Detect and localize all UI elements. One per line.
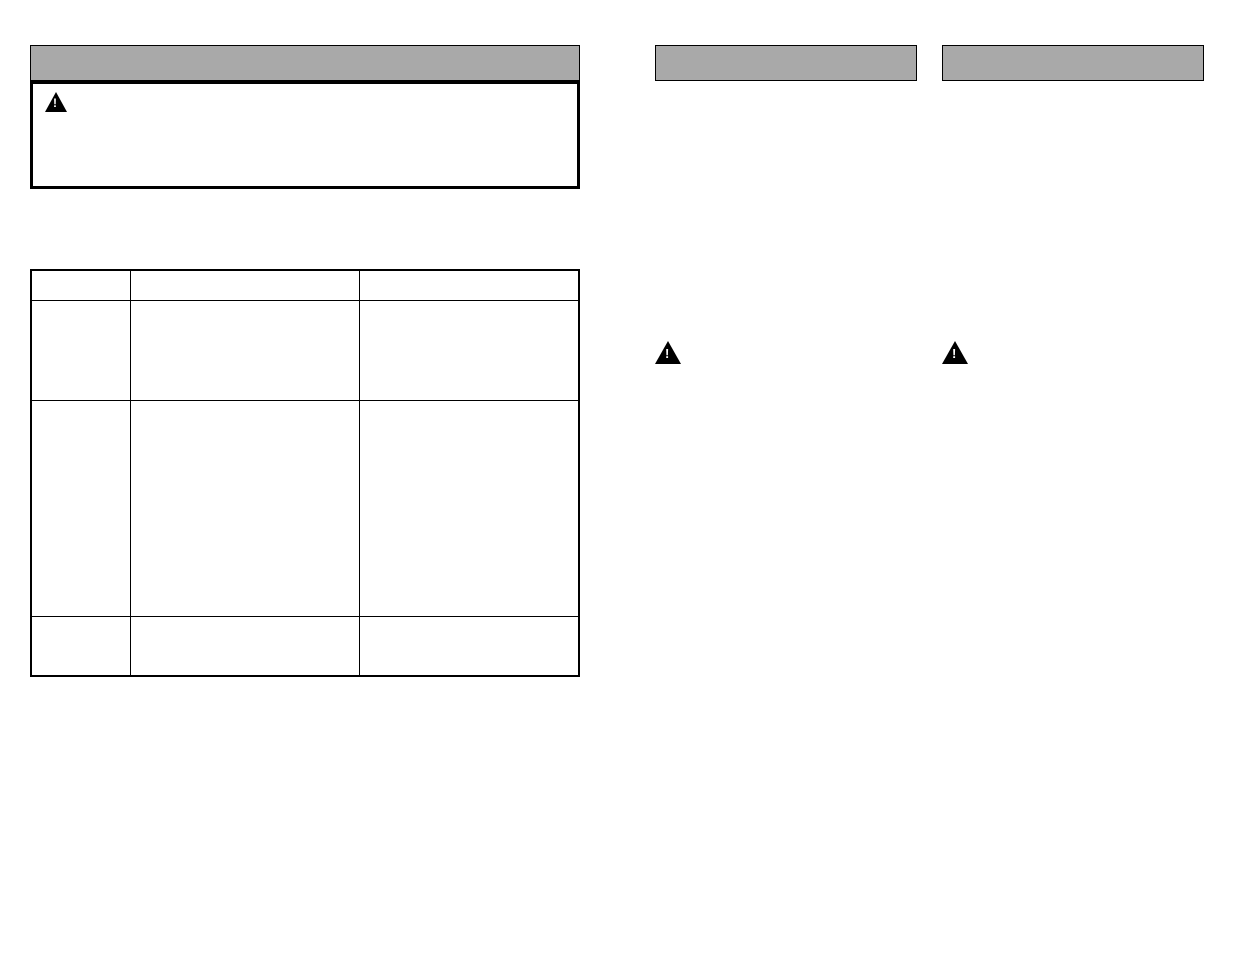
- section-header-left: [30, 45, 580, 81]
- table-cell: [131, 400, 360, 616]
- table-header: [131, 270, 360, 300]
- table-cell: [131, 300, 360, 400]
- table-header: [31, 270, 131, 300]
- right-subcol-1: [655, 45, 917, 677]
- table-cell: [31, 300, 131, 400]
- warning-icon: [655, 341, 681, 364]
- warning-box: [30, 81, 580, 189]
- table-cell: [31, 616, 131, 676]
- right-subcol-2: [942, 45, 1204, 677]
- table-cell: [131, 616, 360, 676]
- table-cell: [360, 300, 579, 400]
- spec-table: [30, 269, 580, 677]
- table-cell: [31, 400, 131, 616]
- warning-icon: [942, 341, 968, 364]
- table-cell: [360, 616, 579, 676]
- warning-icon: [45, 92, 67, 112]
- section-header-right-2: [942, 45, 1204, 81]
- left-column: [30, 45, 580, 677]
- section-header-right-1: [655, 45, 917, 81]
- right-column: [655, 45, 1205, 677]
- table-header: [360, 270, 579, 300]
- table-cell: [360, 400, 579, 616]
